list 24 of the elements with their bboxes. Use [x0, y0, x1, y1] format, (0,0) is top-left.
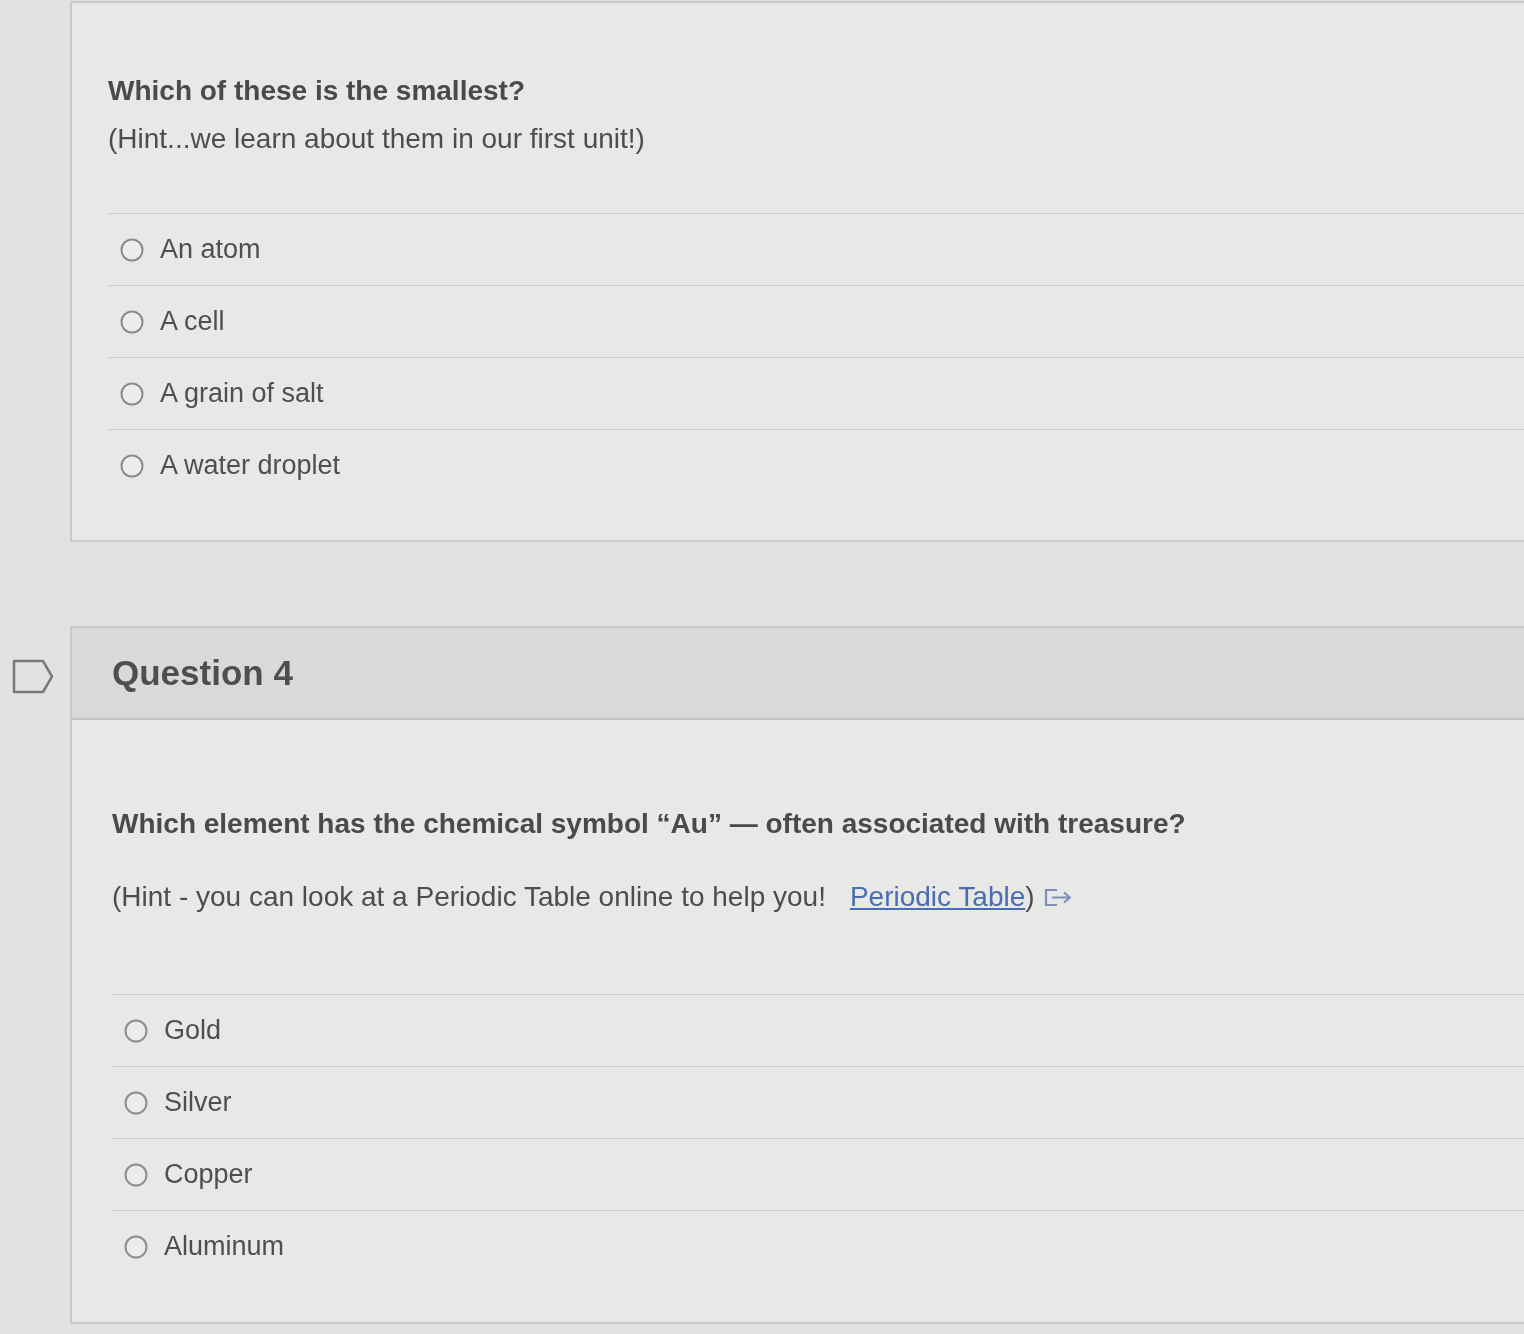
answer-label: A cell [160, 306, 225, 337]
radio-button[interactable] [120, 381, 144, 406]
answer-label: A water droplet [160, 450, 341, 481]
radio-button[interactable] [124, 1090, 148, 1115]
question-text: Which element has the chemical symbol “Au” — often associated with treasure? [112, 807, 1187, 841]
flag-icon[interactable] [12, 659, 54, 694]
hint-text: (Hint - you can look at a Periodic Table online to help you! Periodic Table) [112, 877, 1524, 917]
answer-label: Copper [164, 1159, 253, 1190]
answer-label: A grain of salt [160, 378, 324, 409]
radio-button[interactable] [124, 1234, 148, 1259]
question-text: Which of these is the smallest? [108, 74, 526, 108]
hint-text: (Hint...we learn about them in our first unit!) [108, 122, 646, 156]
external-link-icon[interactable] [1042, 886, 1073, 908]
radio-button[interactable] [124, 1162, 148, 1187]
answer-label: An atom [160, 234, 261, 265]
radio-button[interactable] [120, 237, 144, 262]
radio-button[interactable] [120, 309, 144, 334]
answer-label: Aluminum [164, 1231, 285, 1262]
radio-button[interactable] [120, 453, 144, 478]
answer-label: Gold [164, 1015, 222, 1046]
periodic-table-link[interactable]: Periodic Table [849, 877, 1026, 917]
answer-label: Silver [164, 1087, 232, 1118]
radio-button[interactable] [124, 1018, 148, 1043]
question-title: Question 4 [112, 653, 293, 693]
